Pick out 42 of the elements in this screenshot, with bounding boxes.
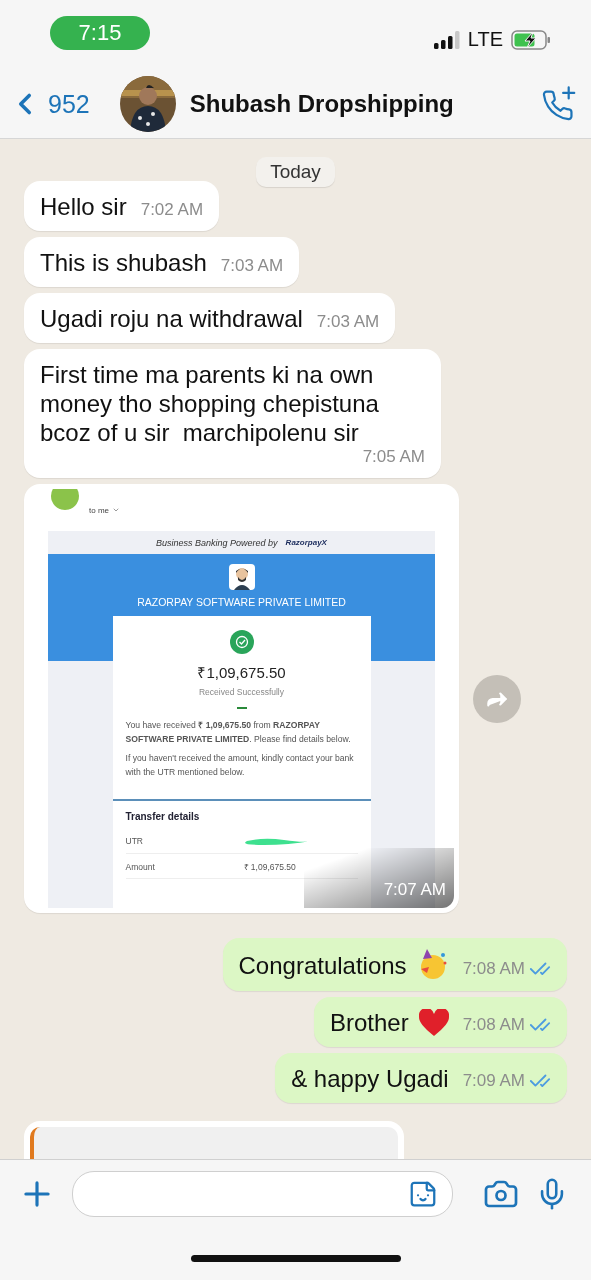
status-text: Received Successfully — [198, 687, 284, 697]
sticker-button[interactable] — [408, 1179, 438, 1209]
heart-emoji-icon — [418, 1008, 449, 1037]
battery-charging-icon — [511, 29, 551, 50]
company-name: RAZORPAY SOFTWARE PRIVATE LIMITED — [137, 596, 346, 608]
back-button[interactable]: 952 — [14, 87, 90, 121]
message-time: 7:08 AM — [462, 959, 525, 980]
message-time: 7:07 AM — [383, 880, 446, 900]
date-badge: Today — [256, 157, 335, 187]
message-text: & happy Ugadi — [291, 1064, 449, 1094]
message-time: 7:05 AM — [362, 447, 425, 467]
message-time: 7:09 AM — [462, 1071, 525, 1092]
message-text: Hello sir — [40, 192, 127, 221]
status-time: 7:15 — [50, 16, 150, 50]
message-text: This is shubash — [40, 248, 207, 277]
message-time: 7:02 AM — [140, 200, 204, 220]
add-call-button[interactable] — [541, 86, 577, 122]
message-input[interactable] — [72, 1171, 453, 1217]
detail-label: Amount — [125, 861, 156, 872]
body-paragraph: If you haven't received the amount, kindly contact your bank with the UTR mentioned below. — [125, 752, 355, 779]
message-text: Brother — [329, 1008, 409, 1038]
detail-value: ₹ 1,09,675.50 — [243, 861, 297, 872]
network-label: LTE — [467, 28, 503, 51]
brand-logo: RazorpayX — [285, 538, 327, 547]
details-title: Transfer details — [125, 811, 201, 822]
sender-avatar — [51, 489, 79, 510]
recipient-text: to me — [89, 505, 109, 515]
signal-icon — [433, 30, 460, 49]
message-text: Congratulations — [238, 950, 407, 980]
message-text: First time ma parents ki na own money tho shopping chepistuna bcoz of u sir marchipolenu sir — [40, 360, 380, 447]
message-time: 7:03 AM — [316, 312, 380, 332]
body-paragraph: You have received ₹ 1,09,675.50 from RAZORPAY SOFTWARE PRIVATE LIMITED. Please find details below. — [125, 719, 352, 746]
person-icon — [228, 564, 255, 590]
contact-name[interactable]: Shubash Dropshipping — [189, 90, 533, 118]
message-time: 7:08 AM — [462, 1015, 525, 1036]
message-time: 7:03 AM — [220, 256, 284, 276]
banner-text: Business Banking Powered by — [156, 537, 278, 548]
success-check-icon — [229, 630, 254, 654]
message-text: Ugadi roju na withdrawal — [40, 304, 303, 333]
amount-text: ₹1,09,675.50 — [197, 663, 286, 682]
caret-icon — [112, 506, 120, 514]
detail-label: UTR — [125, 836, 144, 846]
